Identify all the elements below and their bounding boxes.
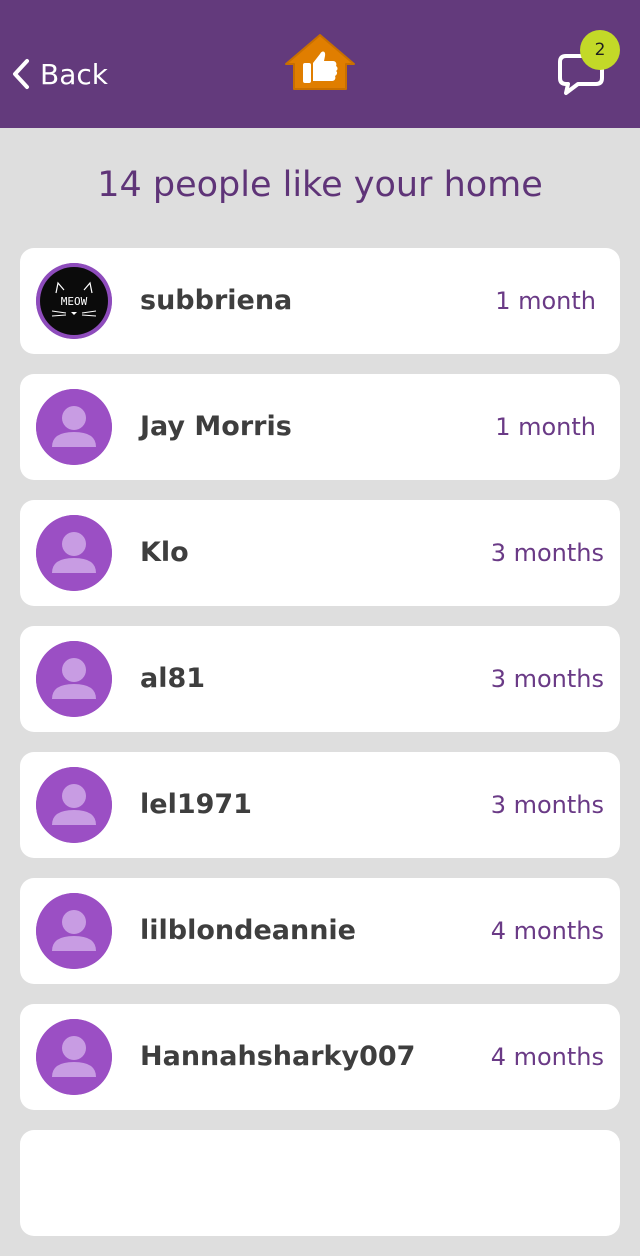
time-ago: 1 month bbox=[495, 287, 596, 315]
home-like-icon bbox=[284, 32, 356, 96]
time-ago: 4 months bbox=[490, 1043, 604, 1071]
username: subbriena bbox=[140, 285, 293, 316]
username: Jay Morris bbox=[140, 411, 292, 442]
list-item[interactable]: Jay Morris 1 month bbox=[20, 374, 620, 480]
username: Klo bbox=[140, 537, 189, 568]
time-ago: 3 months bbox=[490, 539, 604, 567]
time-ago: 4 months bbox=[490, 917, 604, 945]
list-item[interactable]: Hannahsharky007 4 months bbox=[20, 1004, 620, 1110]
list-item[interactable]: Klo 3 months bbox=[20, 500, 620, 606]
user-silhouette-icon bbox=[36, 641, 112, 717]
back-button[interactable]: Back bbox=[10, 50, 108, 98]
top-app-bar: Back 2 bbox=[0, 0, 640, 128]
avatar bbox=[36, 641, 112, 717]
avatar-meow-text: MEOW bbox=[61, 295, 88, 308]
list-item[interactable]: MEOW subbriena 1 month bbox=[20, 248, 620, 354]
list-item[interactable]: al81 3 months bbox=[20, 626, 620, 732]
chat-bubble-icon bbox=[556, 54, 606, 102]
notification-badge[interactable]: 2 bbox=[580, 30, 620, 70]
avatar bbox=[36, 389, 112, 465]
avatar: MEOW bbox=[36, 263, 112, 339]
chevron-left-icon bbox=[10, 57, 32, 91]
user-silhouette-icon bbox=[36, 893, 112, 969]
avatar bbox=[36, 767, 112, 843]
username: al81 bbox=[140, 663, 206, 694]
username: lel1971 bbox=[140, 789, 252, 820]
user-silhouette-icon bbox=[36, 1019, 112, 1095]
time-ago: 1 month bbox=[495, 413, 596, 441]
list-item-partial[interactable] bbox=[20, 1130, 620, 1236]
user-silhouette-icon bbox=[36, 389, 112, 465]
user-silhouette-icon bbox=[36, 767, 112, 843]
avatar bbox=[36, 893, 112, 969]
likes-list: MEOW subbriena 1 month Jay Morris 1 mont… bbox=[20, 248, 620, 1256]
list-item[interactable]: lilblondeannie 4 months bbox=[20, 878, 620, 984]
avatar bbox=[36, 1019, 112, 1095]
time-ago: 3 months bbox=[490, 665, 604, 693]
avatar bbox=[36, 515, 112, 591]
page-title: 14 people like your home bbox=[97, 165, 543, 205]
back-label: Back bbox=[40, 57, 108, 91]
username: Hannahsharky007 bbox=[140, 1041, 416, 1072]
username: lilblondeannie bbox=[140, 915, 356, 946]
time-ago: 3 months bbox=[490, 791, 604, 819]
list-item[interactable]: lel1971 3 months bbox=[20, 752, 620, 858]
user-silhouette-icon bbox=[36, 515, 112, 591]
